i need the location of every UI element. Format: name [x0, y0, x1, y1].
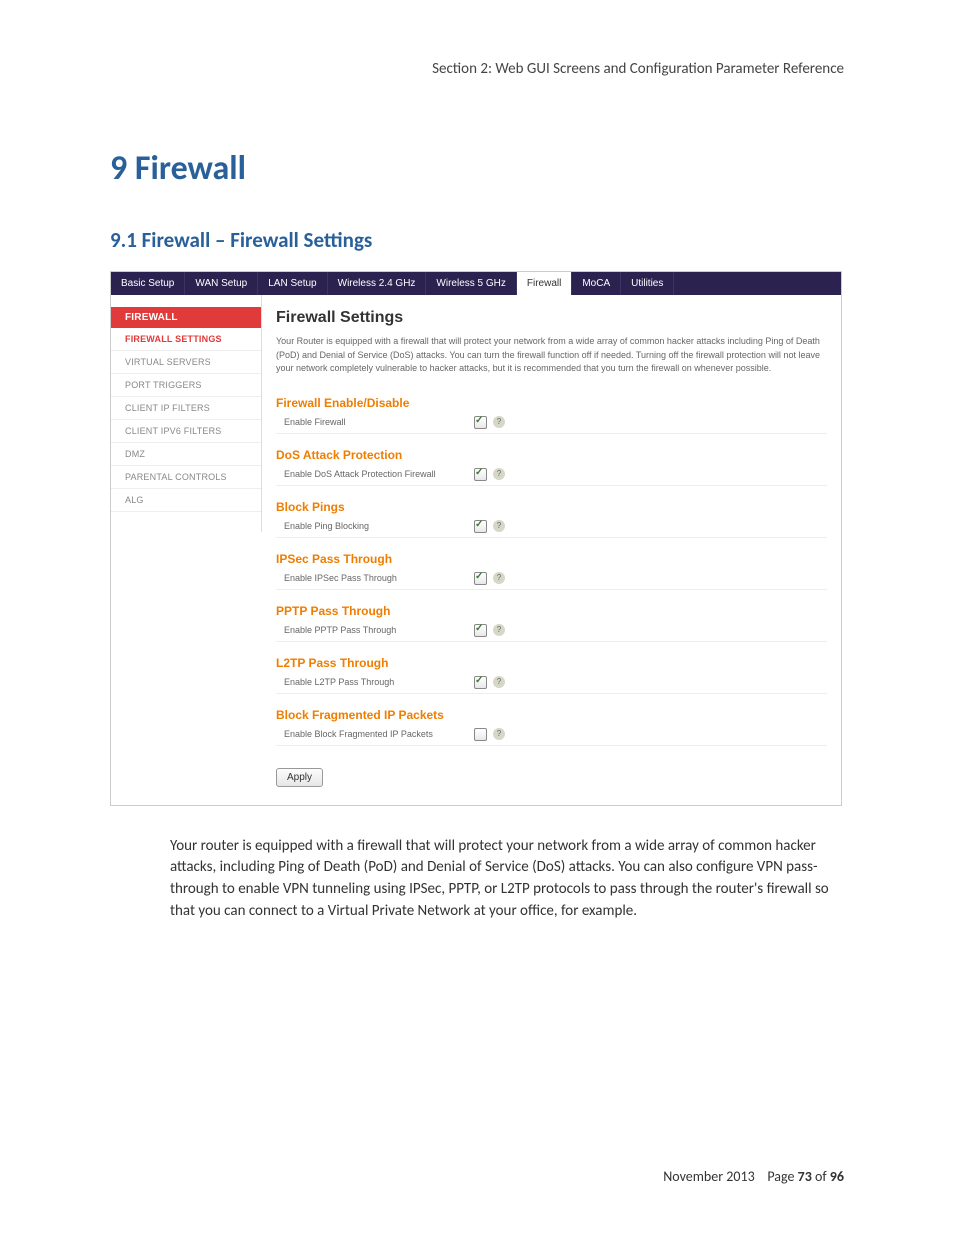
subsection-title: 9.1 Firewall – Firewall Settings — [110, 227, 844, 253]
apply-button[interactable]: Apply — [276, 768, 323, 787]
tab-moca[interactable]: MoCA — [572, 272, 621, 295]
label-block-pings: Enable Ping Blocking — [276, 521, 474, 531]
row-pptp: Enable PPTP Pass Through ? — [276, 620, 827, 642]
sidebar-item-firewall-settings[interactable]: FIREWALL SETTINGS — [111, 328, 261, 351]
footer-page-current: 73 — [798, 1168, 812, 1185]
sidebar-item-dmz[interactable]: DMZ — [111, 443, 261, 466]
tab-utilities[interactable]: Utilities — [621, 272, 674, 295]
label-dos: Enable DoS Attack Protection Firewall — [276, 469, 474, 479]
chapter-title: 9 Firewall — [110, 148, 844, 189]
section-title-firewall-enable: Firewall Enable/Disable — [276, 396, 827, 410]
row-ipsec: Enable IPSec Pass Through ? — [276, 568, 827, 590]
footer-date: November 2013 — [663, 1168, 754, 1185]
tab-wireless-5[interactable]: Wireless 5 GHz — [426, 272, 516, 295]
row-l2tp: Enable L2TP Pass Through ? — [276, 672, 827, 694]
label-l2tp: Enable L2TP Pass Through — [276, 677, 474, 687]
sidebar-group-firewall: FIREWALL — [111, 307, 261, 328]
top-tabs: Basic Setup WAN Setup LAN Setup Wireless… — [111, 272, 841, 295]
row-enable-firewall: Enable Firewall ? — [276, 412, 827, 434]
footer-page-label: Page — [767, 1168, 797, 1185]
sidebar: FIREWALL FIREWALL SETTINGS VIRTUAL SERVE… — [111, 295, 262, 532]
label-ipsec: Enable IPSec Pass Through — [276, 573, 474, 583]
label-pptp: Enable PPTP Pass Through — [276, 625, 474, 635]
help-icon[interactable]: ? — [493, 676, 505, 688]
running-header: Section 2: Web GUI Screens and Configura… — [110, 60, 844, 78]
label-frag: Enable Block Fragmented IP Packets — [276, 729, 474, 739]
sidebar-item-client-ip-filters[interactable]: CLIENT IP FILTERS — [111, 397, 261, 420]
row-frag: Enable Block Fragmented IP Packets ? — [276, 724, 827, 746]
content-area: Firewall Settings Your Router is equippe… — [262, 295, 841, 805]
section-title-dos: DoS Attack Protection — [276, 448, 827, 462]
row-block-pings: Enable Ping Blocking ? — [276, 516, 827, 538]
section-title-l2tp: L2TP Pass Through — [276, 656, 827, 670]
tab-lan-setup[interactable]: LAN Setup — [258, 272, 327, 295]
footer-page-of: of — [812, 1168, 830, 1185]
help-icon[interactable]: ? — [493, 520, 505, 532]
checkbox-l2tp[interactable] — [474, 676, 487, 689]
sidebar-item-virtual-servers[interactable]: VIRTUAL SERVERS — [111, 351, 261, 374]
tab-spacer — [674, 272, 841, 295]
checkbox-dos[interactable] — [474, 468, 487, 481]
page-description: Your Router is equipped with a firewall … — [276, 335, 827, 376]
sidebar-item-client-ipv6-filters[interactable]: CLIENT IPV6 FILTERS — [111, 420, 261, 443]
tab-firewall[interactable]: Firewall — [517, 272, 572, 295]
footer-page-total: 96 — [830, 1168, 844, 1185]
tab-wireless-24[interactable]: Wireless 2.4 GHz — [328, 272, 427, 295]
sidebar-item-alg[interactable]: ALG — [111, 489, 261, 512]
section-title-block-pings: Block Pings — [276, 500, 827, 514]
page-footer: November 2013 Page 73 of 96 — [663, 1168, 844, 1185]
body-paragraph: Your router is equipped with a firewall … — [170, 836, 844, 923]
help-icon[interactable]: ? — [493, 416, 505, 428]
sidebar-item-port-triggers[interactable]: PORT TRIGGERS — [111, 374, 261, 397]
help-icon[interactable]: ? — [493, 572, 505, 584]
section-title-ipsec: IPSec Pass Through — [276, 552, 827, 566]
checkbox-frag[interactable] — [474, 728, 487, 741]
sidebar-item-parental-controls[interactable]: PARENTAL CONTROLS — [111, 466, 261, 489]
checkbox-block-pings[interactable] — [474, 520, 487, 533]
row-dos: Enable DoS Attack Protection Firewall ? — [276, 464, 827, 486]
page-title: Firewall Settings — [276, 309, 827, 327]
help-icon[interactable]: ? — [493, 624, 505, 636]
help-icon[interactable]: ? — [493, 468, 505, 480]
help-icon[interactable]: ? — [493, 728, 505, 740]
router-ui-screenshot: Basic Setup WAN Setup LAN Setup Wireless… — [110, 271, 842, 806]
section-title-frag: Block Fragmented IP Packets — [276, 708, 827, 722]
section-title-pptp: PPTP Pass Through — [276, 604, 827, 618]
checkbox-enable-firewall[interactable] — [474, 416, 487, 429]
tab-basic-setup[interactable]: Basic Setup — [111, 272, 185, 295]
checkbox-ipsec[interactable] — [474, 572, 487, 585]
label-enable-firewall: Enable Firewall — [276, 417, 474, 427]
checkbox-pptp[interactable] — [474, 624, 487, 637]
tab-wan-setup[interactable]: WAN Setup — [185, 272, 258, 295]
